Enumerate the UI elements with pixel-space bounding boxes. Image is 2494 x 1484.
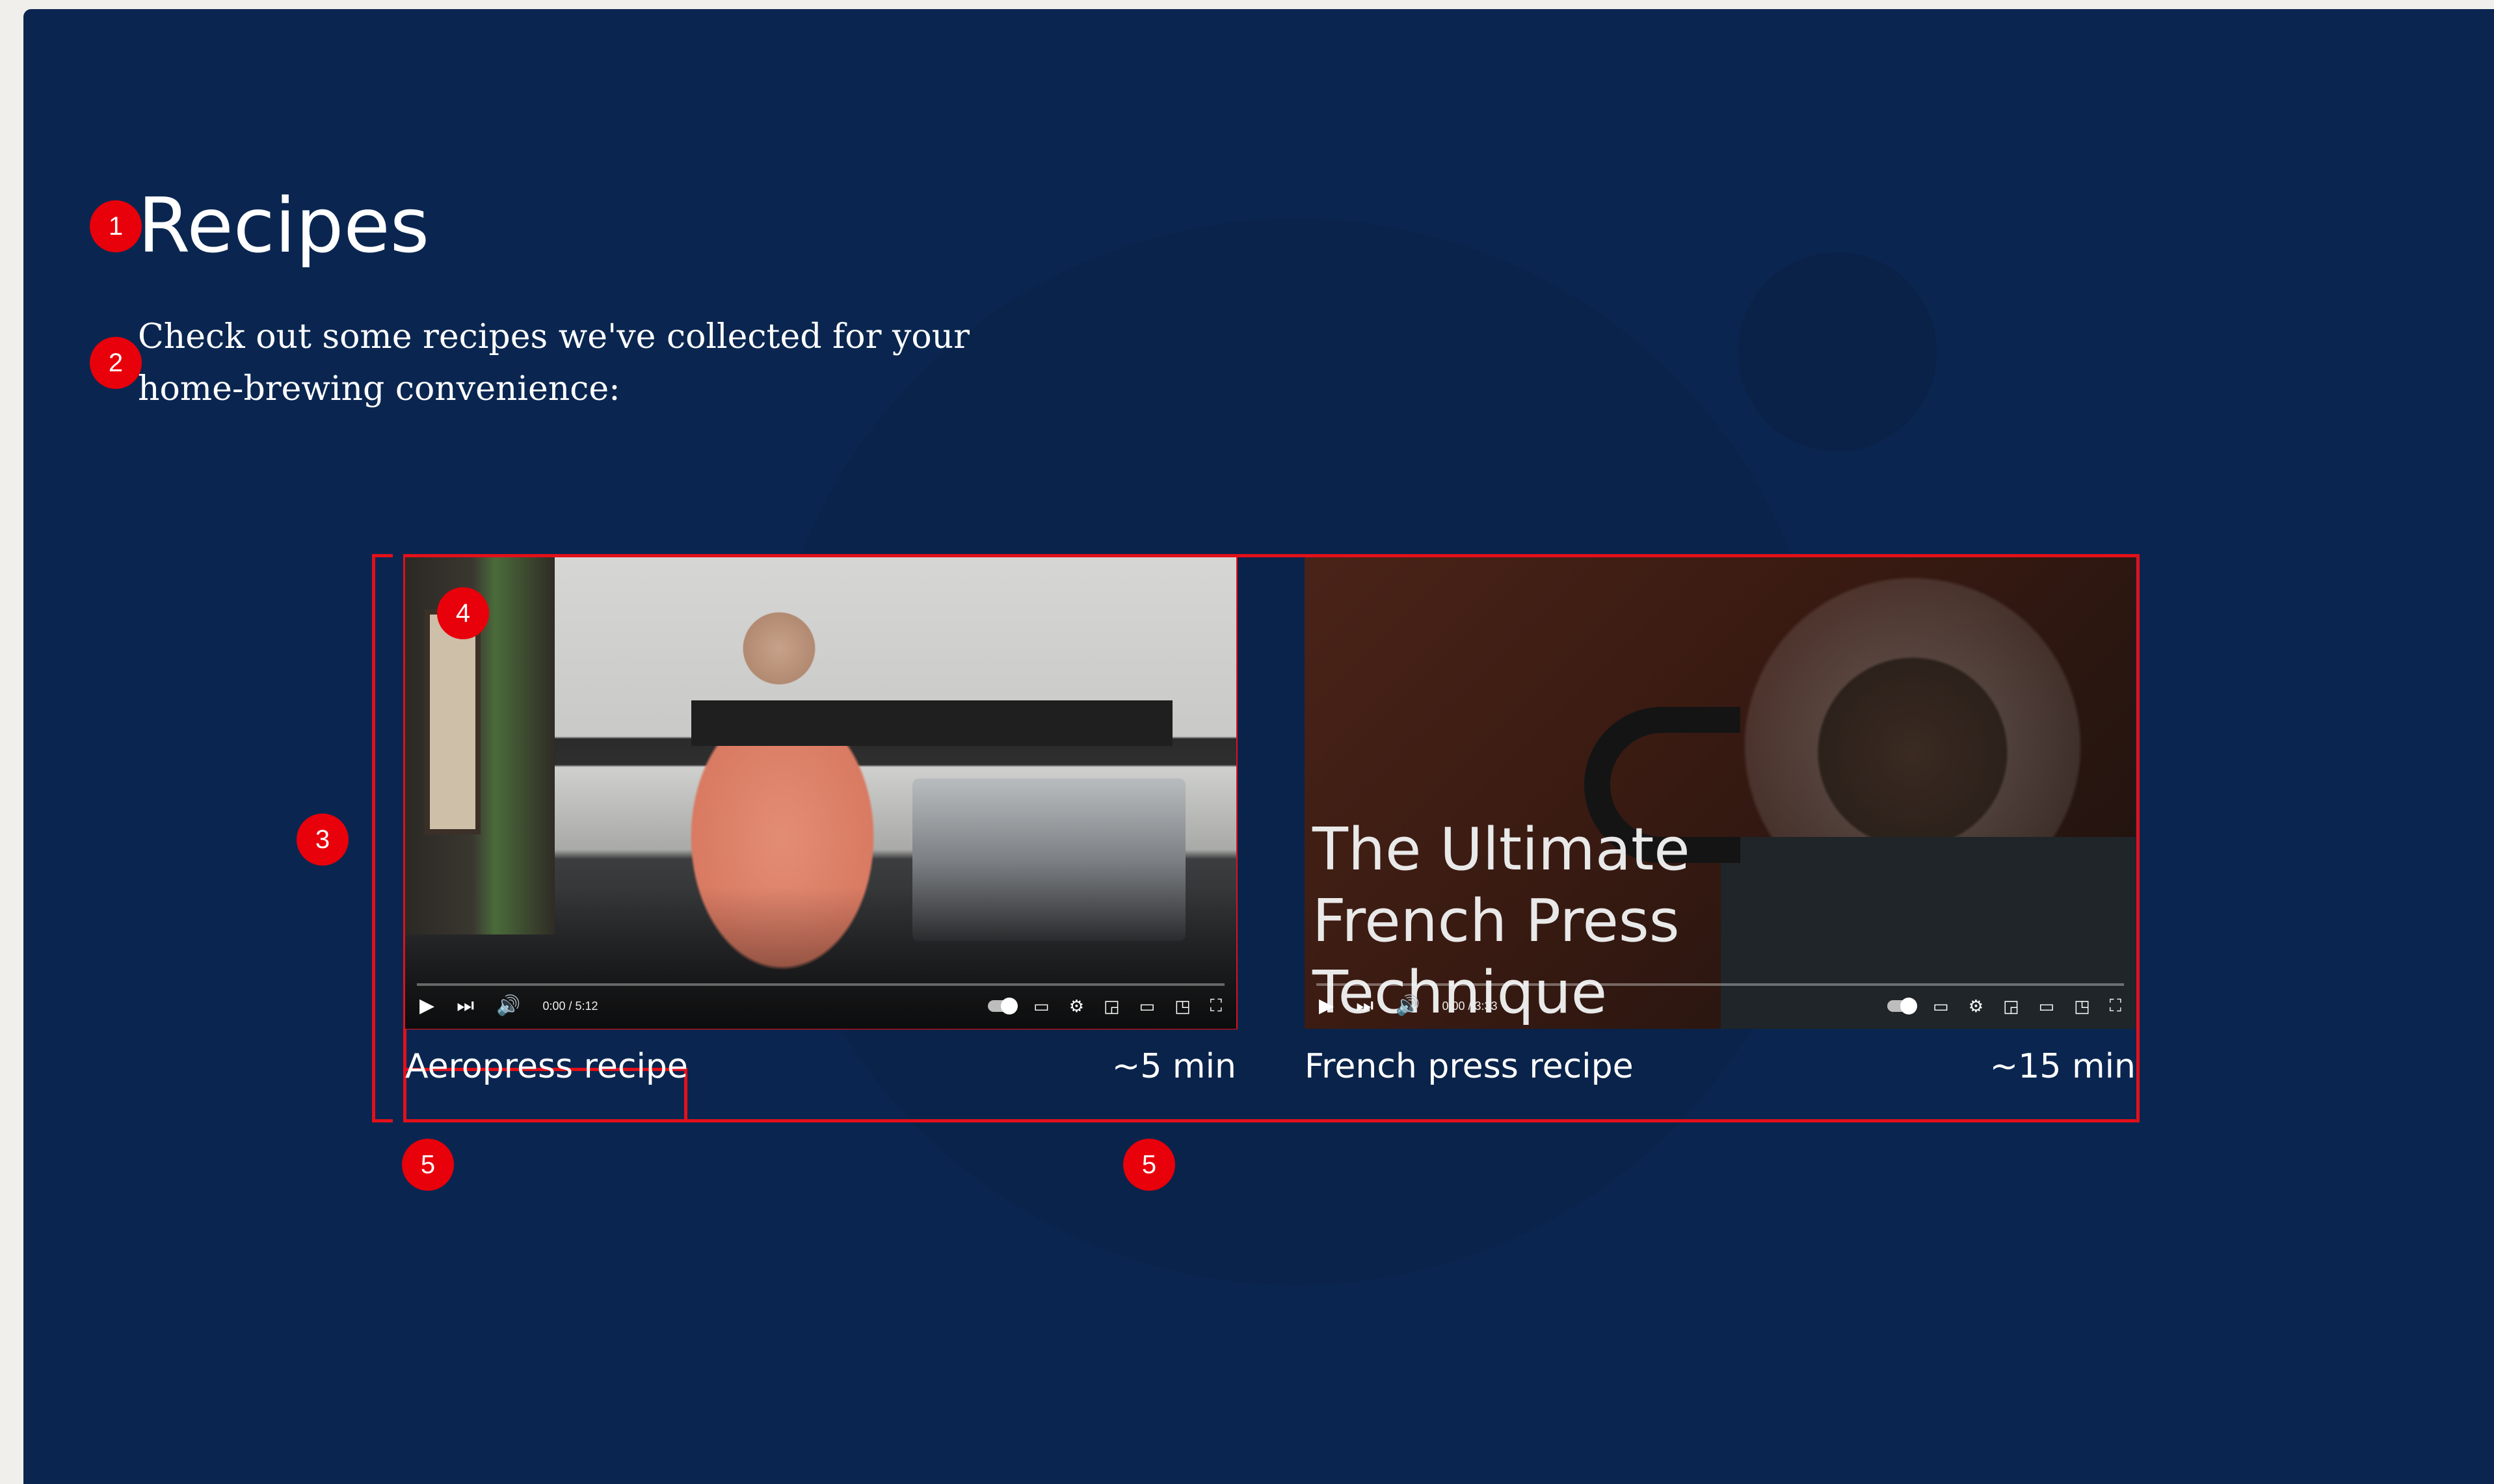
video-frame-scene <box>912 778 1186 941</box>
recipe-caption: Aeropress recipe ~5 min <box>405 1029 1236 1104</box>
progress-bar[interactable] <box>1316 983 2124 986</box>
video-frame-scene <box>691 700 1173 746</box>
video-player-aeropress[interactable]: ▶ ⏭ 🔊 0:00 / 5:12 ▭ ⚙ ◲ ▭ ◳ ⛶ <box>405 557 1236 1029</box>
page-title: Recipes <box>138 182 430 270</box>
annotation-badge: 1 <box>90 200 142 252</box>
volume-icon[interactable]: 🔊 <box>496 993 520 1019</box>
intro-text: Check out some recipes we've collected f… <box>138 317 970 408</box>
recipe-card-french-press: The Ultimate French Press Technique ▶ ⏭ … <box>1305 557 2136 1104</box>
fullscreen-icon[interactable]: ⛶ <box>2110 996 2121 1016</box>
video-time: 0:00 / 3:33 <box>1442 999 1498 1013</box>
volume-icon[interactable]: 🔊 <box>1396 993 1420 1019</box>
subtitles-icon[interactable]: ▭ <box>1033 996 1050 1016</box>
next-icon[interactable]: ⏭ <box>1356 993 1373 1019</box>
autoplay-toggle-icon[interactable] <box>988 998 1018 1014</box>
recipe-name-french-press[interactable]: French press recipe <box>1305 1047 1634 1086</box>
recipe-duration-french-press: ~15 min <box>1989 1046 2136 1086</box>
gear-icon[interactable]: ⚙ <box>1969 996 1983 1016</box>
miniplayer-icon[interactable]: ◲ <box>2003 996 2019 1016</box>
decorative-circle-small <box>1738 252 1937 451</box>
autoplay-toggle-icon[interactable] <box>1887 998 1918 1014</box>
recipe-duration-aeropress: ~5 min <box>1111 1046 1236 1086</box>
annotation-badge: 5 <box>402 1139 454 1191</box>
recipe-card-aeropress: ▶ ⏭ 🔊 0:00 / 5:12 ▭ ⚙ ◲ ▭ ◳ ⛶ Aeropress … <box>405 557 1236 1104</box>
play-icon[interactable]: ▶ <box>1319 993 1334 1019</box>
video-player-french-press[interactable]: The Ultimate French Press Technique ▶ ⏭ … <box>1305 557 2136 1029</box>
annotation-badge: 4 <box>437 587 489 639</box>
video-time: 0:00 / 5:12 <box>542 999 598 1013</box>
video-controls: ▶ ⏭ 🔊 0:00 / 3:33 ▭ ⚙ ◲ ▭ ◳ ⛶ <box>1305 983 2136 1029</box>
play-icon[interactable]: ▶ <box>419 993 434 1019</box>
next-icon[interactable]: ⏭ <box>457 993 474 1019</box>
gear-icon[interactable]: ⚙ <box>1069 996 1084 1016</box>
fullscreen-icon[interactable]: ⛶ <box>1210 996 1222 1016</box>
annotation-badge: 5 <box>1123 1139 1175 1191</box>
theater-mode-icon[interactable]: ▭ <box>2039 996 2055 1016</box>
miniplayer-icon[interactable]: ◲ <box>1104 996 1120 1016</box>
video-controls: ▶ ⏭ 🔊 0:00 / 5:12 ▭ ⚙ ◲ ▭ ◳ ⛶ <box>405 983 1236 1029</box>
annotation-bracket <box>372 554 393 1122</box>
annotation-badge: 3 <box>297 814 349 866</box>
theater-mode-icon[interactable]: ▭ <box>1139 996 1156 1016</box>
cast-icon[interactable]: ◳ <box>2074 996 2090 1016</box>
recipe-name-aeropress[interactable]: Aeropress recipe <box>405 1047 688 1086</box>
recipe-caption: French press recipe ~15 min <box>1305 1029 2136 1104</box>
annotation-badge: 2 <box>90 337 142 389</box>
cast-icon[interactable]: ◳ <box>1174 996 1191 1016</box>
progress-bar[interactable] <box>417 983 1225 986</box>
subtitles-icon[interactable]: ▭ <box>1933 996 1949 1016</box>
